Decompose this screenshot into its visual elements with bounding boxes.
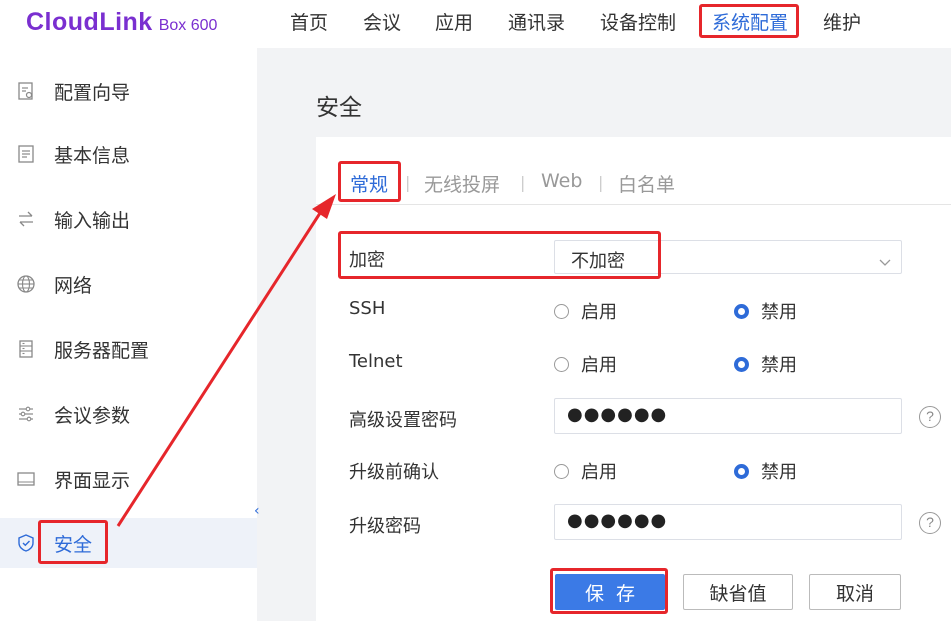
sidebar-item-basic-info[interactable]: 基本信息 <box>0 129 257 179</box>
sliders-icon <box>15 403 37 425</box>
advanced-password-field[interactable]: ●●●●●● <box>554 398 902 434</box>
upgrade-password-field[interactable]: ●●●●●● <box>554 504 902 540</box>
ssh-disable-radio[interactable]: 禁用 <box>734 298 797 324</box>
advanced-password-label: 高级设置密码 <box>349 410 457 431</box>
sidebar-item-io[interactable]: 输入输出 <box>0 194 257 244</box>
sidebar-item-wizard[interactable]: 配置向导 <box>0 66 257 116</box>
nav-contacts[interactable]: 通讯录 <box>508 10 565 36</box>
annotation-box-sidebar <box>38 520 108 564</box>
upgrade-password-value: ●●●●●● <box>567 510 668 531</box>
sidebar-item-label: 基本信息 <box>54 144 131 167</box>
sidebar-item-meeting-params[interactable]: 会议参数 <box>0 389 257 439</box>
sidebar-item-label: 界面显示 <box>54 469 131 492</box>
nav-device-control[interactable]: 设备控制 <box>600 10 676 36</box>
shield-icon <box>15 532 37 554</box>
restore-default-button[interactable]: 缺省值 <box>683 574 793 610</box>
sidebar-item-display[interactable]: 界面显示 <box>0 454 257 504</box>
annotation-box-nav <box>699 4 799 38</box>
radio-label: 禁用 <box>761 462 797 483</box>
tab-whitelist[interactable]: 白名单 <box>618 170 675 197</box>
advanced-password-value: ●●●●●● <box>567 404 668 425</box>
sidebar-item-label: 服务器配置 <box>54 339 150 362</box>
tab-separator: | <box>598 173 604 192</box>
radio-label: 启用 <box>581 302 617 323</box>
help-icon[interactable]: ? <box>919 406 941 428</box>
wizard-icon <box>15 80 37 102</box>
tab-wireless-projection[interactable]: 无线投屏 <box>424 170 500 197</box>
upgrade-confirm-disable-radio[interactable]: 禁用 <box>734 458 797 484</box>
tab-separator: | <box>405 173 411 192</box>
sidebar-item-network[interactable]: 网络 <box>0 259 257 309</box>
nav-apps[interactable]: 应用 <box>435 10 473 36</box>
sidebar-item-label: 输入输出 <box>54 209 131 232</box>
ssh-label: SSH <box>349 298 386 319</box>
annotation-box-encryption <box>338 231 661 279</box>
telnet-enable-radio[interactable]: 启用 <box>554 351 617 377</box>
annotation-box-tab <box>338 161 401 202</box>
radio-unchecked-icon <box>554 463 569 479</box>
tab-divider <box>316 204 951 205</box>
upgrade-password-label: 升级密码 <box>349 516 421 537</box>
nav-maintenance[interactable]: 维护 <box>823 10 861 36</box>
tab-web[interactable]: Web <box>541 170 582 192</box>
help-icon[interactable]: ? <box>919 512 941 534</box>
radio-label: 启用 <box>581 462 617 483</box>
radio-label: 禁用 <box>761 355 797 376</box>
swap-arrows-icon <box>15 208 37 230</box>
telnet-disable-radio[interactable]: 禁用 <box>734 351 797 377</box>
radio-checked-icon <box>734 356 749 372</box>
radio-unchecked-icon <box>554 356 569 372</box>
display-icon <box>15 468 37 490</box>
cancel-button[interactable]: 取消 <box>809 574 901 610</box>
document-icon <box>15 143 37 165</box>
radio-checked-icon <box>734 463 749 479</box>
sidebar-collapse-toggle[interactable]: ‹ <box>254 503 260 519</box>
upgrade-confirm-enable-radio[interactable]: 启用 <box>554 458 617 484</box>
upgrade-confirm-label: 升级前确认 <box>349 462 439 483</box>
nav-home[interactable]: 首页 <box>290 10 328 36</box>
sidebar-item-server-config[interactable]: 服务器配置 <box>0 324 257 374</box>
sidebar-item-label: 会议参数 <box>54 404 131 427</box>
globe-icon <box>15 273 37 295</box>
page-title: 安全 <box>316 95 362 121</box>
annotation-box-save <box>550 568 668 614</box>
nav-meeting[interactable]: 会议 <box>363 10 401 36</box>
server-icon <box>15 338 37 360</box>
chevron-down-icon <box>879 252 891 271</box>
logo-model-text: Box 600 <box>158 17 218 34</box>
top-header: CloudLink Box 600 首页 会议 应用 通讯录 设备控制 系统配置… <box>0 0 951 48</box>
sidebar-item-label: 配置向导 <box>54 81 131 104</box>
radio-checked-icon <box>734 303 749 319</box>
radio-label: 禁用 <box>761 302 797 323</box>
logo: CloudLink Box 600 <box>26 8 217 37</box>
tab-separator: | <box>520 173 526 192</box>
ssh-enable-radio[interactable]: 启用 <box>554 298 617 324</box>
logo-main-text: CloudLink <box>26 8 153 36</box>
telnet-label: Telnet <box>349 351 403 372</box>
content-panel <box>316 137 951 621</box>
radio-unchecked-icon <box>554 303 569 319</box>
sidebar-item-label: 网络 <box>54 274 93 297</box>
radio-label: 启用 <box>581 355 617 376</box>
